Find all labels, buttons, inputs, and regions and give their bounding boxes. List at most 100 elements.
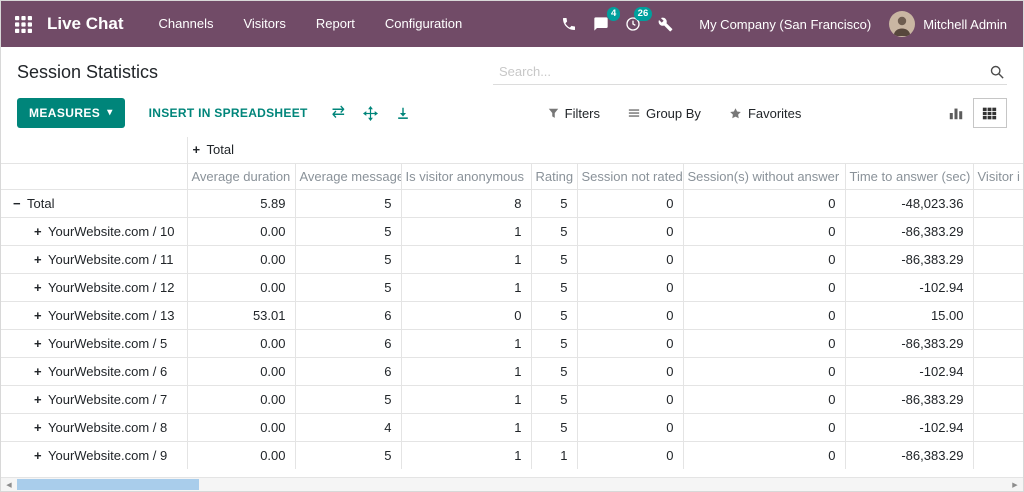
pivot-row-header[interactable]: + YourWebsite.com / 6 xyxy=(1,356,188,386)
pivot-cell[interactable]: 5 xyxy=(294,272,402,302)
pivot-cell[interactable]: 0 xyxy=(576,216,684,246)
pivot-cell[interactable]: 0 xyxy=(576,188,684,218)
pivot-cell[interactable]: 5 xyxy=(530,244,578,274)
pivot-cell[interactable]: -86,383.29 xyxy=(844,244,974,274)
menu-visitors[interactable]: Visitors xyxy=(228,1,300,47)
pivot-cell[interactable]: -102.94 xyxy=(844,412,974,442)
pivot-cell[interactable]: 5 xyxy=(530,412,578,442)
pivot-cell[interactable]: 0.00 xyxy=(186,216,296,246)
scrollbar-track[interactable] xyxy=(17,478,1007,491)
pivot-cell[interactable]: -86,383.29 xyxy=(844,384,974,414)
pivot-cell[interactable]: 0 xyxy=(576,356,684,386)
pivot-cell[interactable]: 0 xyxy=(682,356,846,386)
pivot-cell[interactable]: 5 xyxy=(530,384,578,414)
pivot-cell[interactable] xyxy=(972,328,1023,358)
pivot-cell[interactable]: -102.94 xyxy=(844,356,974,386)
expand-toggle-icon[interactable]: + xyxy=(34,392,48,407)
pivot-cell[interactable]: 0 xyxy=(682,216,846,246)
pivot-cell[interactable]: 0.00 xyxy=(186,356,296,386)
messages-icon[interactable]: 4 xyxy=(585,7,621,40)
pivot-row-header[interactable]: + YourWebsite.com / 10 xyxy=(1,216,188,246)
pivot-cell[interactable] xyxy=(972,412,1023,442)
pivot-cell[interactable]: 0.00 xyxy=(186,328,296,358)
pivot-cell[interactable]: 0 xyxy=(576,384,684,414)
expand-toggle-icon[interactable]: + xyxy=(34,420,48,435)
pivot-cell[interactable]: 0.00 xyxy=(186,440,296,470)
pivot-cell[interactable]: 0 xyxy=(682,300,846,330)
scroll-left-arrow[interactable]: ◀ xyxy=(1,478,17,491)
pivot-cell[interactable]: 1 xyxy=(400,244,532,274)
pivot-cell[interactable]: 0.00 xyxy=(186,272,296,302)
pivot-measure-header[interactable]: Rating xyxy=(530,162,578,190)
pivot-cell[interactable]: 5 xyxy=(530,328,578,358)
pivot-cell[interactable]: 6 xyxy=(294,356,402,386)
phone-icon[interactable] xyxy=(553,8,585,40)
menu-configuration[interactable]: Configuration xyxy=(370,1,477,47)
scrollbar-thumb[interactable] xyxy=(17,479,199,490)
group-by-button[interactable]: Group By xyxy=(628,106,701,121)
pivot-cell[interactable]: -48,023.36 xyxy=(844,188,974,218)
pivot-cell[interactable]: 1 xyxy=(400,440,532,470)
pivot-cell[interactable]: 5 xyxy=(294,216,402,246)
pivot-row-header[interactable]: + YourWebsite.com / 8 xyxy=(1,412,188,442)
pivot-row-header[interactable]: + YourWebsite.com / 13 xyxy=(1,300,188,330)
pivot-cell[interactable] xyxy=(972,272,1023,302)
pivot-cell[interactable] xyxy=(972,440,1023,470)
pivot-measure-header[interactable]: Session(s) without answer xyxy=(682,162,846,190)
pivot-cell[interactable]: 5 xyxy=(530,300,578,330)
pivot-cell[interactable]: 1 xyxy=(530,440,578,470)
bar-chart-view-button[interactable] xyxy=(939,98,973,128)
pivot-cell[interactable]: 0 xyxy=(576,412,684,442)
expand-toggle-icon[interactable]: + xyxy=(34,252,48,267)
pivot-cell[interactable]: 0 xyxy=(682,412,846,442)
menu-report[interactable]: Report xyxy=(301,1,370,47)
expand-toggle-icon[interactable]: + xyxy=(34,224,48,239)
flip-axis-icon[interactable]: ⇄ xyxy=(332,105,345,121)
pivot-cell[interactable] xyxy=(972,384,1023,414)
pivot-cell[interactable]: -86,383.29 xyxy=(844,216,974,246)
pivot-cell[interactable]: 0 xyxy=(682,272,846,302)
pivot-cell[interactable]: 53.01 xyxy=(186,300,296,330)
expand-toggle-icon[interactable]: + xyxy=(34,336,48,351)
pivot-cell[interactable]: 15.00 xyxy=(844,300,974,330)
pivot-measure-header[interactable]: Average message xyxy=(294,162,402,190)
filters-button[interactable]: Filters xyxy=(548,106,600,121)
pivot-row-header[interactable]: + YourWebsite.com / 7 xyxy=(1,384,188,414)
scroll-right-arrow[interactable]: ▶ xyxy=(1007,478,1023,491)
expand-toggle-icon[interactable]: + xyxy=(34,364,48,379)
pivot-row-header[interactable]: + YourWebsite.com / 11 xyxy=(1,244,188,274)
pivot-cell[interactable] xyxy=(972,244,1023,274)
pivot-cell[interactable]: 6 xyxy=(294,328,402,358)
horizontal-scrollbar[interactable]: ◀ ▶ xyxy=(1,477,1023,491)
pivot-cell[interactable] xyxy=(972,216,1023,246)
pivot-cell[interactable]: -102.94 xyxy=(844,272,974,302)
pivot-cell[interactable]: 5 xyxy=(294,440,402,470)
pivot-cell[interactable]: 0 xyxy=(576,328,684,358)
collapse-toggle-icon[interactable]: − xyxy=(13,196,27,211)
pivot-cell[interactable]: -86,383.29 xyxy=(844,440,974,470)
search-input[interactable] xyxy=(493,59,987,84)
pivot-cell[interactable]: 0.00 xyxy=(186,384,296,414)
pivot-cell[interactable]: 0 xyxy=(400,300,532,330)
company-switcher[interactable]: My Company (San Francisco) xyxy=(699,17,871,32)
pivot-row-header[interactable]: + YourWebsite.com / 12 xyxy=(1,272,188,302)
pivot-measure-header[interactable]: Is visitor anonymous xyxy=(400,162,532,190)
pivot-cell[interactable]: 0 xyxy=(682,244,846,274)
pivot-cell[interactable]: 5 xyxy=(530,356,578,386)
pivot-measure-header[interactable]: Time to answer (sec) xyxy=(844,162,974,190)
download-icon[interactable] xyxy=(396,106,410,120)
activities-icon[interactable]: 26 xyxy=(617,7,653,40)
pivot-cell[interactable] xyxy=(972,356,1023,386)
pivot-cell[interactable]: 6 xyxy=(294,300,402,330)
pivot-cell[interactable]: 1 xyxy=(400,384,532,414)
pivot-cell[interactable]: 1 xyxy=(400,272,532,302)
insert-in-spreadsheet-button[interactable]: INSERT IN SPREADSHEET xyxy=(149,106,308,120)
pivot-cell[interactable]: -86,383.29 xyxy=(844,328,974,358)
pivot-cell[interactable]: 5.89 xyxy=(186,188,296,218)
pivot-cell[interactable]: 5 xyxy=(294,244,402,274)
pivot-view-button[interactable] xyxy=(972,98,1007,128)
pivot-cell[interactable]: 0 xyxy=(576,300,684,330)
pivot-cell[interactable]: 5 xyxy=(530,216,578,246)
measures-button[interactable]: MEASURES ▾ xyxy=(17,98,125,128)
pivot-cell[interactable] xyxy=(972,300,1023,330)
